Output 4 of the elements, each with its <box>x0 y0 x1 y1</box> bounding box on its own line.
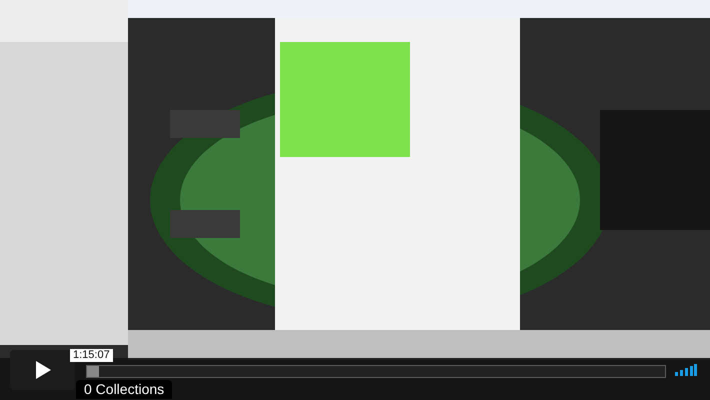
volume-icon[interactable] <box>675 364 697 376</box>
play-button[interactable] <box>10 350 75 390</box>
time-tooltip: 1:15:07 <box>70 349 113 362</box>
collections-tab[interactable]: 0 Collections <box>76 380 172 399</box>
